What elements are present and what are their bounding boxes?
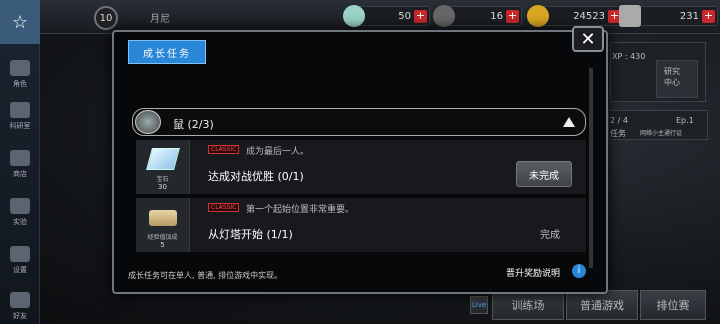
section-header[interactable]: 鼠 (2/3) xyxy=(132,108,586,136)
classic-tag: CLASSIC xyxy=(208,203,240,212)
footnote-text: 成长任务可在单人, 普通, 排位游戏中实现。 xyxy=(128,271,283,280)
complete-status: 完成 xyxy=(540,230,560,241)
scroll-reward-icon xyxy=(148,210,177,226)
ticket-icon xyxy=(433,5,455,27)
medal-icon xyxy=(619,5,641,27)
books-icon xyxy=(10,197,30,214)
dialog-title-tab[interactable]: 成长任务 xyxy=(128,40,206,64)
tickets-counter: 16 + xyxy=(433,5,522,27)
gem-reward-icon xyxy=(145,148,180,170)
character-icon xyxy=(10,59,30,76)
sidebar-item-experiment[interactable]: 实验 xyxy=(0,194,40,230)
sidebar-item-friends[interactable]: 好友 xyxy=(0,288,40,324)
rat-avatar-icon xyxy=(135,110,161,134)
classic-tag: CLASSIC xyxy=(208,145,240,154)
add-gems-button[interactable]: + xyxy=(414,10,427,23)
section-label: 鼠 (2/3) xyxy=(173,118,214,131)
reward-slot: 经验值加成 5 xyxy=(136,198,190,252)
settings-icon xyxy=(10,245,30,262)
star-icon[interactable]: ☆ xyxy=(0,0,40,44)
info-icon[interactable]: i xyxy=(572,264,586,278)
medals-counter: 231 + xyxy=(619,5,718,27)
top-bar: 10 月尼 50 + 16 + 24523 + 231 + xyxy=(40,0,720,34)
training-button[interactable]: 训练场 xyxy=(492,290,564,320)
coin-icon xyxy=(527,5,549,27)
task-description: 成为最后一人。 xyxy=(246,147,310,157)
incomplete-button[interactable]: 未完成 xyxy=(516,161,572,187)
reward-slot: 宝石 30 xyxy=(136,140,190,194)
dialog-scrollbar[interactable] xyxy=(589,68,593,268)
task-row: 经验值加成 5 CLASSIC 第一个起始位置非常重要。 从灯塔开始 (1/1)… xyxy=(136,198,586,252)
game-screen: ☆ 角色 科研室 商店 实验 设置 好友 10 月尼 50 + 16 + 24523… xyxy=(0,0,720,324)
left-sidebar: ☆ 角色 科研室 商店 实验 设置 好友 xyxy=(0,0,40,324)
level-badge[interactable]: 10 xyxy=(94,6,118,30)
collapse-arrow-icon[interactable] xyxy=(563,117,575,127)
normal-game-button[interactable]: 普通游戏 xyxy=(566,290,638,320)
sidebar-item-lab[interactable]: 科研室 xyxy=(0,98,40,134)
task-name: 从灯塔开始 (1/1) xyxy=(208,228,293,241)
growth-task-dialog: 成长任务 鼠 (2/3) 宝石 30 CLASSIC 成为最后一人。 达成对战优… xyxy=(112,30,608,294)
gamepad-icon xyxy=(10,291,30,308)
add-tickets-button[interactable]: + xyxy=(506,10,519,23)
live-badge[interactable]: Live xyxy=(470,296,488,314)
sidebar-item-shop[interactable]: 商店 xyxy=(0,146,40,182)
task-description: 第一个起始位置非常重要。 xyxy=(246,205,355,215)
lab-icon xyxy=(10,101,30,118)
xp-label: XP : 430 xyxy=(612,52,646,61)
close-icon[interactable]: ✕ xyxy=(572,26,604,52)
task-name: 达成对战优胜 (0/1) xyxy=(208,170,304,183)
sidebar-item-settings[interactable]: 设置 xyxy=(0,242,40,278)
task-row: 宝石 30 CLASSIC 成为最后一人。 达成对战优胜 (0/1) 未完成 xyxy=(136,140,586,194)
add-medals-button[interactable]: + xyxy=(702,10,715,23)
month-label: 月尼 xyxy=(150,14,170,25)
gem-icon xyxy=(343,5,365,27)
sidebar-item-character[interactable]: 角色 xyxy=(0,56,40,92)
promotion-reward-link[interactable]: 晋升奖励说明 xyxy=(506,266,560,279)
cart-icon xyxy=(10,149,30,166)
coins-counter: 24523 + xyxy=(527,5,624,27)
ranked-game-button[interactable]: 排位赛 xyxy=(640,290,706,320)
gems-counter: 50 + xyxy=(343,5,430,27)
